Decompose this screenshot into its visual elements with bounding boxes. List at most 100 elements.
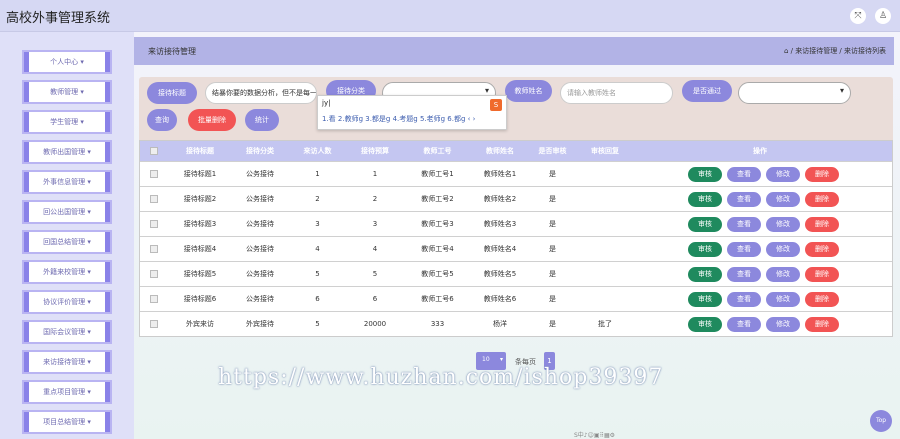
sidebar-item-project-summary[interactable]: 项目总结管理 ▾: [24, 412, 110, 432]
table-cell: 教师姓名1: [483, 170, 517, 178]
page-size-value: 10: [482, 356, 490, 363]
sidebar-item-personal-center[interactable]: 个人中心 ▾: [24, 52, 110, 72]
audit-button[interactable]: 审核: [688, 317, 722, 332]
teacher-name-label-button[interactable]: 教师姓名: [505, 80, 552, 102]
fullscreen-icon[interactable]: ⤧: [850, 8, 866, 24]
view-button[interactable]: 查看: [727, 167, 761, 182]
delete-button[interactable]: 删除: [805, 167, 839, 182]
table-cell: 教师工号6: [421, 295, 454, 303]
th-audited: 是否审核: [538, 147, 567, 155]
sidebar-item-conferences[interactable]: 国际会议管理 ▾: [24, 322, 110, 342]
delete-button[interactable]: 删除: [805, 292, 839, 307]
sidebar-item-teachers[interactable]: 教师管理 ▾: [24, 82, 110, 102]
sidebar-item-return-summary[interactable]: 回国总结管理 ▾: [24, 232, 110, 252]
audit-button[interactable]: 审核: [688, 267, 722, 282]
row-checkbox[interactable]: [150, 170, 158, 178]
table-cell: [575, 262, 635, 287]
edit-button[interactable]: 修改: [766, 292, 800, 307]
table-cell: 接待标题3: [183, 220, 217, 228]
table-row: 接待标题6 公务接待 6 6 教师工号6 教师姓名6 是 审核 查看 修改 删除: [140, 286, 892, 311]
table-cell: 1: [315, 170, 320, 178]
view-button[interactable]: 查看: [727, 292, 761, 307]
delete-button[interactable]: 删除: [805, 242, 839, 257]
sidebar-item-agreement-review[interactable]: 协议评价管理 ▾: [24, 292, 110, 312]
table-row: 接待标题3 公务接待 3 3 教师工号3 教师姓名3 是 审核 查看 修改 删除: [140, 211, 892, 236]
user-icon[interactable]: ♙: [875, 8, 891, 24]
table-cell: 教师姓名6: [483, 295, 517, 303]
view-button[interactable]: 查看: [727, 217, 761, 232]
query-button[interactable]: 查询: [147, 109, 177, 131]
chevron-down-icon: ▾: [87, 388, 91, 396]
chevron-down-icon: ▾: [484, 86, 489, 95]
delete-button[interactable]: 删除: [805, 267, 839, 282]
approved-select[interactable]: ▾: [738, 82, 851, 104]
ime-candidate-popup[interactable]: jy| S 1.看 2.教师g 3.都是g 4.考题g 5.老师g 6.都g ‹…: [317, 95, 507, 130]
table-cell: 3: [372, 220, 378, 228]
view-button[interactable]: 查看: [727, 242, 761, 257]
delete-button[interactable]: 删除: [805, 192, 839, 207]
row-checkbox[interactable]: [150, 220, 158, 228]
table-cell: 5: [372, 270, 378, 278]
table-cell: 是: [549, 245, 556, 253]
table-cell: 教师姓名2: [483, 195, 517, 203]
sidebar-item-teacher-abroad[interactable]: 教师出国管理 ▾: [24, 142, 110, 162]
app-title: 高校外事管理系统: [6, 11, 111, 26]
table-cell: 4: [372, 245, 378, 253]
view-button[interactable]: 查看: [727, 267, 761, 282]
table-cell: 是: [549, 295, 556, 303]
sidebar-item-foreign-affairs[interactable]: 外事信息管理 ▾: [24, 172, 110, 192]
sidebar-item-reception[interactable]: 来访接待管理 ▾: [24, 352, 110, 372]
row-checkbox[interactable]: [150, 295, 158, 303]
title-label-button[interactable]: 接待标题: [147, 82, 197, 104]
chevron-down-icon: ▾: [87, 358, 91, 366]
chevron-down-icon: ▾: [499, 356, 503, 363]
breadcrumb[interactable]: ⌂ / 来访接待管理 / 来访接待列表: [784, 46, 886, 56]
audit-button[interactable]: 审核: [688, 167, 722, 182]
edit-button[interactable]: 修改: [766, 192, 800, 207]
delete-button[interactable]: 删除: [805, 217, 839, 232]
edit-button[interactable]: 修改: [766, 167, 800, 182]
batch-delete-button[interactable]: 批量删除: [188, 109, 236, 131]
chevron-down-icon: ▾: [87, 208, 91, 216]
table-row: 接待标题2 公务接待 2 2 教师工号2 教师姓名2 是 审核 查看 修改 删除: [140, 186, 892, 211]
view-button[interactable]: 查看: [727, 317, 761, 332]
teacher-name-input[interactable]: 请输入教师姓名: [560, 82, 673, 104]
edit-button[interactable]: 修改: [766, 317, 800, 332]
ime-toolbar[interactable]: S中♪☺▣⠿▦⚙: [574, 430, 615, 439]
sidebar-item-students[interactable]: 学生管理 ▾: [24, 112, 110, 132]
back-to-top-button[interactable]: Top: [870, 410, 892, 432]
table-row: 接待标题1 公务接待 1 1 教师工号1 教师姓名1 是 审核 查看 修改 删除: [140, 161, 892, 186]
audit-button[interactable]: 审核: [688, 292, 722, 307]
reception-table: 接待标题 接待分类 来访人数 接待预算 教师工号 教师姓名 是否审核 审核回复 …: [139, 140, 893, 337]
title-input[interactable]: 结暴你要的数据分析，但不是每一个: [205, 82, 317, 104]
table-cell: 4: [315, 245, 320, 253]
table-row: 接待标题4 公务接待 4 4 教师工号4 教师姓名4 是 审核 查看 修改 删除: [140, 236, 892, 261]
audit-button[interactable]: 审核: [688, 242, 722, 257]
delete-button[interactable]: 删除: [805, 317, 839, 332]
edit-button[interactable]: 修改: [766, 242, 800, 257]
audit-button[interactable]: 审核: [688, 192, 722, 207]
table-cell: 是: [549, 195, 556, 203]
approved-label-button[interactable]: 是否通过: [682, 80, 732, 102]
edit-button[interactable]: 修改: [766, 217, 800, 232]
th-visitors: 来访人数: [303, 147, 332, 155]
sidebar-item-official-abroad[interactable]: 回公出国管理 ▾: [24, 202, 110, 222]
row-checkbox[interactable]: [150, 245, 158, 253]
chevron-down-icon: ▾: [80, 88, 84, 96]
th-title: 接待标题: [186, 147, 214, 155]
edit-button[interactable]: 修改: [766, 267, 800, 282]
row-checkbox[interactable]: [150, 270, 158, 278]
th-reply: 审核回复: [591, 147, 619, 155]
view-button[interactable]: 查看: [727, 192, 761, 207]
select-all-checkbox[interactable]: [150, 147, 158, 155]
table-cell: [575, 237, 635, 262]
ime-candidates[interactable]: 1.看 2.教师g 3.都是g 4.考题g 5.老师g 6.都g ‹ ›: [322, 114, 475, 124]
row-checkbox[interactable]: [150, 320, 158, 328]
stats-button[interactable]: 统计: [245, 109, 279, 131]
row-checkbox[interactable]: [150, 195, 158, 203]
chevron-down-icon: ▾: [87, 418, 91, 426]
sidebar-item-foreign-visit[interactable]: 外籍来校管理 ▾: [24, 262, 110, 282]
audit-button[interactable]: 审核: [688, 217, 722, 232]
table-cell: 公务接待: [246, 295, 274, 303]
sidebar-item-key-projects[interactable]: 重点项目管理 ▾: [24, 382, 110, 402]
